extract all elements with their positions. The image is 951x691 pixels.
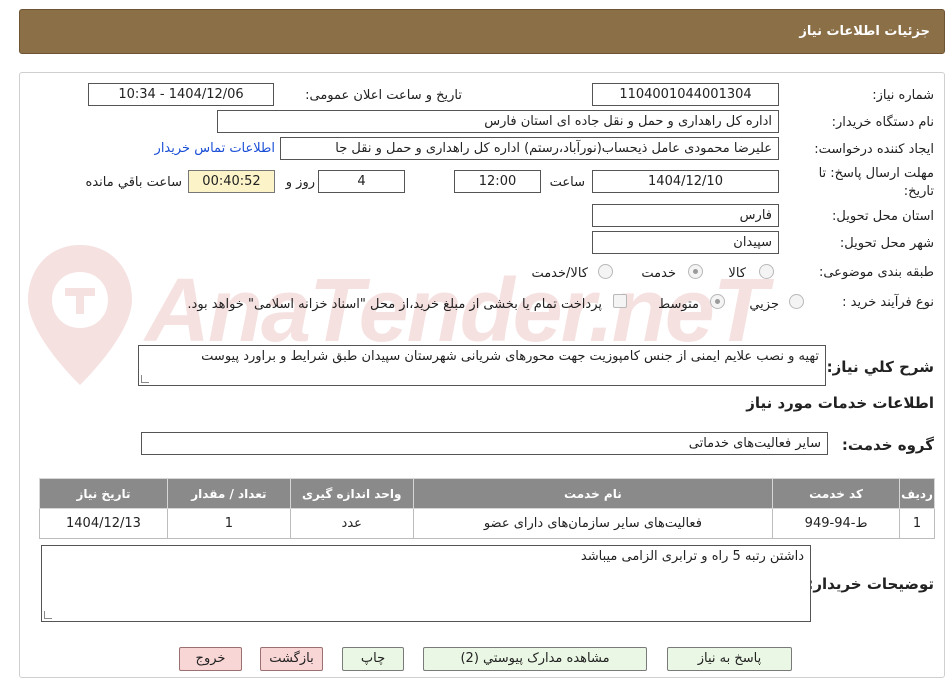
announce-date-label: تاریخ و ساعت اعلان عمومی: (305, 88, 462, 103)
remaining-timer: 00:40:52 (188, 170, 275, 193)
process-type-label: نوع فرآیند خرید : (842, 295, 934, 310)
exit-button[interactable]: خروج (179, 647, 242, 671)
col-header-row-number: ردیف (899, 478, 935, 509)
col-header-quantity: تعداد / مقدار (166, 478, 291, 509)
remaining-label: ساعت باقي مانده (85, 175, 182, 190)
deadline-time-field: 12:00 (454, 170, 541, 193)
process-radio-medium[interactable] (710, 294, 725, 309)
summary-textarea[interactable]: تهیه و نصب علایم ایمنی از جنس کامپوزیت ج… (138, 345, 826, 386)
page-header: جزئیات اطلاعات نیاز (19, 9, 945, 54)
deadline-label: مهلت ارسال پاسخ: تا (818, 166, 934, 181)
buyer-org-field: اداره کل راهداری و حمل و نقل جاده ای است… (217, 110, 779, 133)
need-number-field: 1104001044001304 (592, 83, 779, 106)
deadline-time-label: ساعت (549, 175, 585, 190)
process-option-medium: متوسط (658, 297, 699, 312)
process-radio-minor[interactable] (789, 294, 804, 309)
announce-date-field: 1404/12/06 - 10:34 (88, 83, 274, 106)
buyer-notes-text: داشتن رتبه 5 راه و ترابری الزامی میباشد (580, 549, 804, 564)
category-option-service: خدمت (641, 266, 676, 281)
col-header-unit: واحد اندازه گیری (289, 478, 414, 509)
category-radio-goods-service[interactable] (598, 264, 613, 279)
requester-field: علیرضا محمودی عامل ذیحساب(نورآباد،رستم) … (280, 137, 779, 160)
buyer-org-label: نام دستگاه خریدار: (831, 115, 934, 130)
view-attachments-button[interactable]: مشاهده مدارک پیوستي (2) (423, 647, 647, 671)
buyer-notes-textarea[interactable]: داشتن رتبه 5 راه و ترابری الزامی میباشد (41, 545, 811, 622)
cell-service-name: فعالیت‌های سایر سازمان‌های دارای عضو (412, 508, 774, 539)
resize-handle-icon[interactable] (141, 375, 149, 383)
days-label: روز و (285, 175, 315, 190)
category-label: طبقه بندی موضوعی: (818, 265, 934, 280)
print-button[interactable]: چاپ (342, 647, 404, 671)
delivery-province-label: استان محل تحویل: (832, 209, 934, 224)
cell-quantity: 1 (166, 508, 291, 539)
service-group-label: گروه خدمت: (841, 436, 934, 454)
need-number-label: شماره نیاز: (872, 88, 934, 103)
cell-unit: عدد (289, 508, 414, 539)
requester-label: ایجاد کننده درخواست: (814, 142, 934, 157)
delivery-city-label: شهر محل تحویل: (839, 236, 934, 251)
cell-service-code: ط-94-949 (772, 508, 901, 539)
category-radio-service[interactable] (688, 264, 703, 279)
services-table-header-row: ردیف کد خدمت نام خدمت واحد اندازه گیری ت… (39, 478, 935, 509)
delivery-city-field: سپیدان (592, 231, 779, 254)
col-header-need-date: تاریخ نیاز (39, 478, 168, 509)
col-header-service-name: نام خدمت (412, 478, 774, 509)
buyer-contact-link[interactable]: اطلاعات تماس خریدار (155, 141, 275, 156)
service-group-field: سایر فعالیت‌های خدماتی (141, 432, 828, 455)
delivery-province-field: فارس (592, 204, 779, 227)
back-button[interactable]: بازگشت (260, 647, 323, 671)
buyer-notes-label: توضیحات خریدار: (807, 575, 934, 593)
services-section-title: اطلاعات خدمات مورد نیاز (746, 394, 934, 412)
summary-text: تهیه و نصب علایم ایمنی از جنس کامپوزیت ج… (201, 349, 819, 364)
category-option-goods-service: کالا/خدمت (531, 266, 588, 281)
category-radio-goods[interactable] (759, 264, 774, 279)
deadline-date-label: تاریخ: (903, 184, 934, 199)
cell-need-date: 1404/12/13 (39, 508, 168, 539)
resize-handle-icon[interactable] (44, 611, 52, 619)
process-option-minor: جزيي (749, 297, 779, 312)
reply-button[interactable]: پاسخ به نیاز (667, 647, 792, 671)
treasury-payment-note: پرداخت تمام یا بخشی از مبلغ خرید،از محل … (187, 297, 602, 312)
col-header-service-code: کد خدمت (772, 478, 901, 509)
table-row: 1 ط-94-949 فعالیت‌های سایر سازمان‌های دا… (39, 508, 935, 539)
category-option-goods: کالا (728, 266, 746, 281)
treasury-payment-checkbox[interactable] (613, 294, 627, 308)
summary-label: شرح کلي نياز: (826, 358, 934, 376)
days-remaining-field: 4 (318, 170, 405, 193)
cell-row-number: 1 (899, 508, 935, 539)
deadline-date-field: 1404/12/10 (592, 170, 779, 193)
page-title: جزئیات اطلاعات نیاز (799, 24, 930, 39)
services-table: ردیف کد خدمت نام خدمت واحد اندازه گیری ت… (39, 478, 935, 539)
